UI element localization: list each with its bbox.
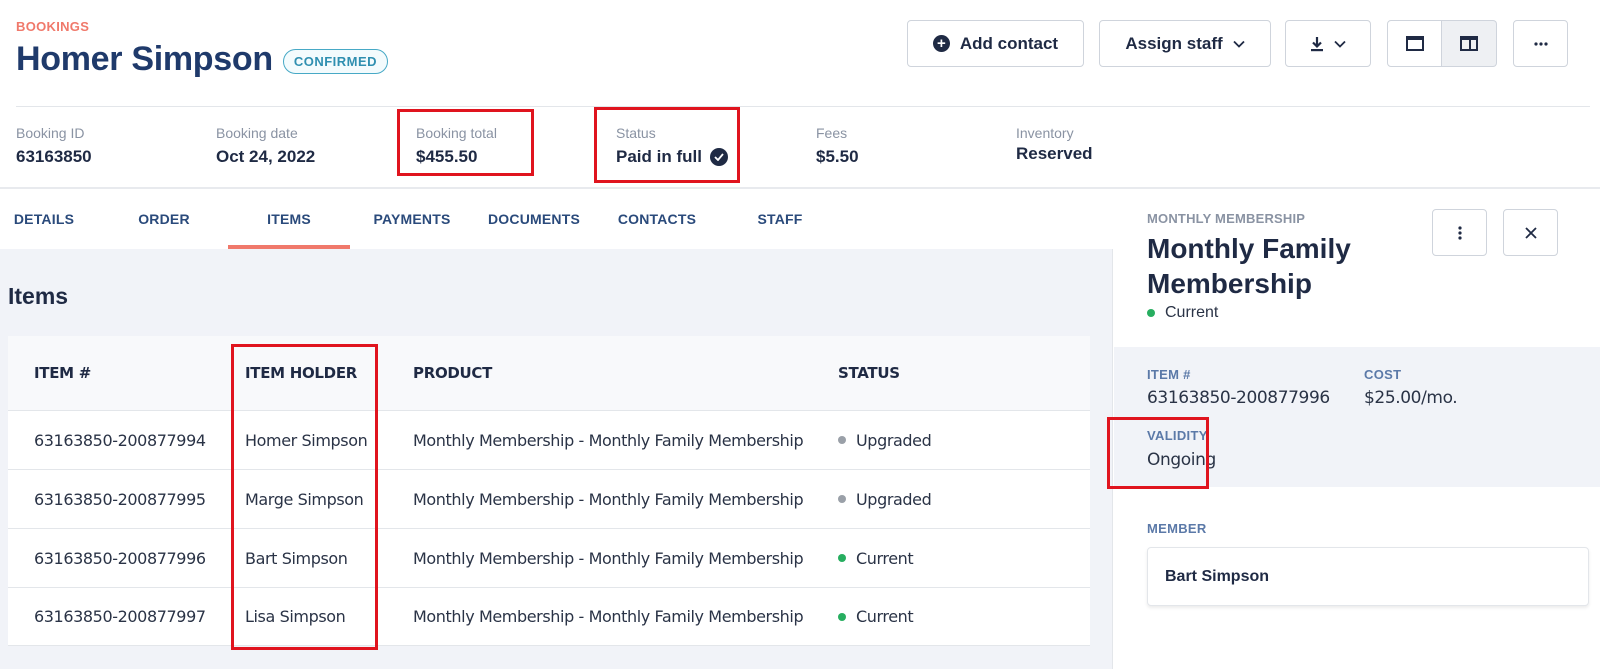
- stat-value: Oct 24, 2022: [216, 147, 316, 166]
- assign-staff-button[interactable]: Assign staff: [1099, 20, 1271, 67]
- highlight-status: [594, 107, 740, 183]
- tab-documents[interactable]: DOCUMENTS: [480, 189, 588, 249]
- chevron-down-icon: [1233, 40, 1245, 48]
- column-header-status[interactable]: STATUS: [838, 364, 900, 382]
- table-row[interactable]: 63163850-200877994 Homer Simpson Monthly…: [8, 410, 1090, 469]
- member-label: MEMBER: [1147, 521, 1207, 536]
- stat-label: Booking date: [216, 125, 298, 141]
- status-text: Upgraded: [856, 430, 932, 450]
- panel-menu-button[interactable]: [1432, 209, 1487, 256]
- items-table: ITEM # ITEM HOLDER PRODUCT STATUS 631638…: [8, 336, 1090, 646]
- single-panel-button[interactable]: [1387, 20, 1442, 67]
- booking-date-stat: Booking date Oct 24, 2022: [216, 125, 315, 167]
- item-number: 63163850-200877997: [34, 607, 206, 626]
- section-title: Items: [8, 283, 69, 309]
- status-dot: [838, 495, 846, 503]
- table-row[interactable]: 63163850-200877995 Marge Simpson Monthly…: [8, 469, 1090, 528]
- item-number-label: ITEM #: [1147, 367, 1191, 382]
- tab-bar: DETAILS ORDER ITEMS PAYMENTS DOCUMENTS C…: [0, 189, 1113, 249]
- more-vertical-icon: [1457, 225, 1462, 240]
- more-horizontal-icon: [1533, 41, 1548, 46]
- panel-status-text: Current: [1165, 304, 1219, 321]
- item-product: Monthly Membership - Monthly Family Memb…: [413, 607, 804, 626]
- status-text: Current: [856, 607, 914, 626]
- item-number-value: 63163850-200877996: [1147, 388, 1330, 408]
- item-status: Upgraded: [838, 430, 932, 450]
- column-header-product[interactable]: PRODUCT: [413, 364, 492, 382]
- status-dot: [838, 612, 846, 621]
- item-product: Monthly Membership - Monthly Family Memb…: [413, 489, 804, 509]
- tab-items[interactable]: ITEMS: [228, 189, 350, 249]
- table-row[interactable]: 63163850-200877996 Bart Simpson Monthly …: [8, 528, 1090, 587]
- split-panel-icon: [1460, 36, 1478, 51]
- layout-toggle: [1387, 20, 1497, 67]
- table-row[interactable]: 63163850-200877997 Lisa Simpson Monthly …: [8, 587, 1090, 646]
- more-button[interactable]: [1513, 20, 1568, 67]
- booking-id-stat: Booking ID 63163850: [16, 125, 92, 167]
- booking-summary: Booking ID 63163850 Booking date Oct 24,…: [0, 107, 1600, 187]
- status-text: Upgraded: [856, 489, 932, 509]
- status-badge: CONFIRMED: [282, 49, 389, 74]
- item-number: 63163850-200877994: [34, 430, 206, 450]
- status-dot: [1147, 309, 1155, 317]
- panel-status: Current: [1147, 304, 1218, 322]
- tab-contacts[interactable]: CONTACTS: [608, 189, 706, 249]
- download-button[interactable]: [1285, 20, 1371, 67]
- member-name: Bart Simpson: [1165, 567, 1270, 585]
- page-title: Homer Simpson: [16, 40, 273, 78]
- stat-label: Fees: [816, 125, 848, 141]
- highlight-item-holder: [231, 344, 378, 650]
- tab-order[interactable]: ORDER: [120, 189, 208, 249]
- panel-title: Monthly Family Membership: [1147, 233, 1351, 299]
- breadcrumb[interactable]: BOOKINGS: [16, 19, 89, 34]
- title-row: Homer Simpson CONFIRMED: [16, 40, 389, 79]
- stat-value: Reserved: [1016, 144, 1093, 163]
- cost-label: COST: [1364, 367, 1402, 382]
- stat-value: $5.50: [816, 147, 859, 166]
- highlight-booking-total: [397, 109, 534, 176]
- status-text: Current: [856, 548, 914, 568]
- status-dot: [838, 436, 846, 444]
- stat-value: 63163850: [16, 147, 92, 166]
- item-status: Current: [838, 607, 914, 626]
- assign-staff-label: Assign staff: [1125, 33, 1223, 53]
- panel-eyebrow: MONTHLY MEMBERSHIP: [1147, 211, 1306, 226]
- item-number: 63163850-200877995: [34, 489, 206, 509]
- toolbar: + Add contact Assign staff: [907, 20, 1568, 67]
- close-panel-button[interactable]: [1503, 209, 1558, 256]
- highlight-validity: [1107, 417, 1209, 489]
- item-number: 63163850-200877996: [34, 548, 206, 568]
- split-panel-button[interactable]: [1442, 20, 1497, 67]
- inventory-stat: Inventory Reserved: [1016, 125, 1093, 164]
- stat-label: Booking ID: [16, 125, 85, 141]
- member-card[interactable]: Bart Simpson: [1147, 547, 1589, 606]
- stat-label: Inventory: [1016, 125, 1074, 141]
- tab-staff[interactable]: STAFF: [740, 189, 820, 249]
- chevron-down-icon: [1334, 40, 1346, 48]
- item-product: Monthly Membership - Monthly Family Memb…: [413, 548, 804, 568]
- plus-circle-icon: +: [932, 35, 950, 52]
- close-icon: [1524, 226, 1537, 239]
- tab-details[interactable]: DETAILS: [0, 189, 88, 249]
- page-header: BOOKINGS Homer Simpson CONFIRMED + Add c…: [0, 0, 1600, 106]
- item-status: Current: [838, 548, 914, 568]
- download-icon: [1310, 36, 1324, 52]
- status-dot: [838, 554, 846, 562]
- table-header: ITEM # ITEM HOLDER PRODUCT STATUS: [8, 336, 1090, 410]
- fees-stat: Fees $5.50: [816, 125, 859, 167]
- main-pane: DETAILS ORDER ITEMS PAYMENTS DOCUMENTS C…: [0, 189, 1113, 669]
- tab-payments[interactable]: PAYMENTS: [368, 189, 456, 249]
- cost-value: $25.00/mo.: [1364, 388, 1458, 408]
- add-contact-button[interactable]: + Add contact: [907, 20, 1084, 67]
- column-header-item[interactable]: ITEM #: [34, 364, 91, 382]
- single-panel-icon: [1405, 36, 1424, 51]
- add-contact-label: Add contact: [959, 33, 1059, 53]
- item-product: Monthly Membership - Monthly Family Memb…: [413, 430, 804, 450]
- item-status: Upgraded: [838, 489, 932, 509]
